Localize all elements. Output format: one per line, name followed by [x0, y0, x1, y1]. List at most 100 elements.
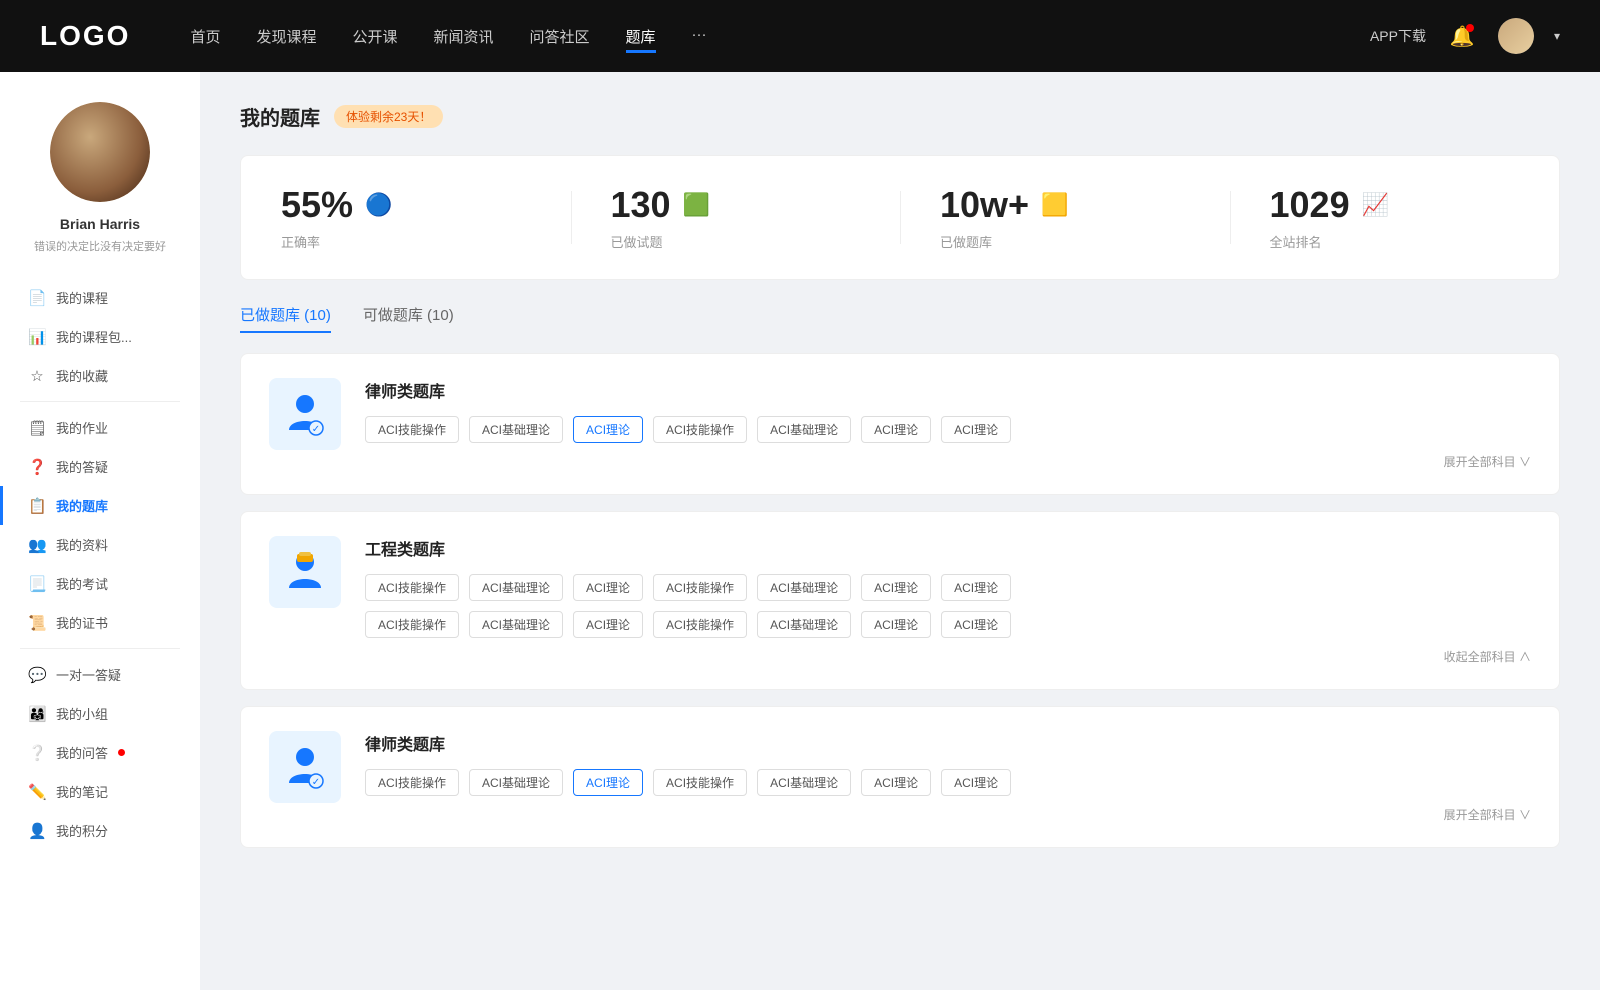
- page-title-row: 我的题库 体验剩余23天！: [240, 102, 1560, 131]
- tag-3-3[interactable]: ACI理论: [573, 769, 643, 796]
- page-title: 我的题库: [240, 102, 320, 131]
- sidebar-item-notes[interactable]: ✏️ 我的笔记: [0, 772, 200, 811]
- sidebar-item-exam[interactable]: 📃 我的考试: [0, 564, 200, 603]
- nav-links: 首页 发现课程 公开课 新闻资讯 问答社区 题库 ···: [190, 26, 1370, 47]
- tag-2-10[interactable]: ACI理论: [573, 611, 643, 638]
- tag-2-4[interactable]: ACI技能操作: [653, 574, 747, 601]
- qbank-expand-3[interactable]: 展开全部科目 ∨: [365, 806, 1531, 823]
- sidebar-item-my-course[interactable]: 📄 我的课程: [0, 278, 200, 317]
- sidebar-item-certificate[interactable]: 📜 我的证书: [0, 603, 200, 642]
- star-icon: ☆: [28, 367, 46, 385]
- tag-2-6[interactable]: ACI理论: [861, 574, 931, 601]
- tag-1-6[interactable]: ACI理论: [861, 416, 931, 443]
- tag-2-1[interactable]: ACI技能操作: [365, 574, 459, 601]
- sidebar-avatar-image: [50, 102, 150, 202]
- sidebar-item-homework[interactable]: 🗒 我的作业: [0, 408, 200, 447]
- sidebar-motto: 错误的决定比没有决定要好: [18, 238, 182, 254]
- sidebar-item-qbank[interactable]: 📋 我的题库: [0, 486, 200, 525]
- page-body: Brian Harris 错误的决定比没有决定要好 📄 我的课程 📊 我的课程包…: [0, 72, 1600, 990]
- sidebar-item-1on1[interactable]: 💬 一对一答疑: [0, 655, 200, 694]
- tag-2-5[interactable]: ACI基础理论: [757, 574, 851, 601]
- stat-rank-label: 全站排名: [1270, 232, 1322, 251]
- sidebar-menu: 📄 我的课程 📊 我的课程包... ☆ 我的收藏 🗒 我的作业 ❓ 我的答疑 �: [0, 278, 200, 850]
- qbank-expand-1[interactable]: 展开全部科目 ∨: [365, 453, 1531, 470]
- user-dropdown-icon[interactable]: ▾: [1554, 29, 1560, 43]
- tag-2-2[interactable]: ACI基础理论: [469, 574, 563, 601]
- divider-2: [20, 648, 180, 649]
- nav-more[interactable]: ···: [692, 26, 707, 47]
- stat-accuracy-value: 55%: [281, 184, 353, 226]
- logo[interactable]: LOGO: [40, 20, 130, 52]
- tag-1-1[interactable]: ACI技能操作: [365, 416, 459, 443]
- group-icon: 👨‍👩‍👧: [28, 705, 46, 723]
- notification-dot: [1466, 24, 1474, 32]
- tag-2-12[interactable]: ACI基础理论: [757, 611, 851, 638]
- tag-2-8[interactable]: ACI技能操作: [365, 611, 459, 638]
- engineer-icon-svg: [281, 548, 329, 596]
- qbank-card-3: ✓ 律师类题库 ACI技能操作 ACI基础理论 ACI理论 ACI技能操作 AC…: [240, 706, 1560, 848]
- qbank-title-2: 工程类题库: [365, 536, 1531, 560]
- tab-available-banks[interactable]: 可做题库 (10): [363, 304, 454, 333]
- qbank-title-3: 律师类题库: [365, 731, 1531, 755]
- lawyer-icon-svg-3: ✓: [281, 743, 329, 791]
- sidebar-item-favorites[interactable]: ☆ 我的收藏: [0, 356, 200, 395]
- tag-3-2[interactable]: ACI基础理论: [469, 769, 563, 796]
- cert-icon: 📜: [28, 614, 46, 632]
- stats-row: 55% 🔵 正确率 130 🟩 已做试题 10w+ 🟨 已做题库: [240, 155, 1560, 280]
- nav-qbank[interactable]: 题库: [626, 26, 656, 47]
- tag-2-13[interactable]: ACI理论: [861, 611, 931, 638]
- tag-1-7[interactable]: ACI理论: [941, 416, 1011, 443]
- divider-1: [20, 401, 180, 402]
- sidebar-item-materials[interactable]: 👥 我的资料: [0, 525, 200, 564]
- tag-3-5[interactable]: ACI基础理论: [757, 769, 851, 796]
- tab-done-banks[interactable]: 已做题库 (10): [240, 304, 331, 333]
- sidebar-item-my-qa[interactable]: ❔ 我的问答: [0, 733, 200, 772]
- qbank-collapse-2[interactable]: 收起全部科目 ∧: [365, 648, 1531, 665]
- sidebar: Brian Harris 错误的决定比没有决定要好 📄 我的课程 📊 我的课程包…: [0, 72, 200, 990]
- tag-2-3[interactable]: ACI理论: [573, 574, 643, 601]
- nav-open-course[interactable]: 公开课: [352, 26, 397, 47]
- tag-3-7[interactable]: ACI理论: [941, 769, 1011, 796]
- stat-banks-label: 已做题库: [940, 232, 992, 251]
- lawyer-icon-svg: ✓: [281, 390, 329, 438]
- trial-badge: 体验剩余23天！: [334, 105, 443, 128]
- tag-1-3[interactable]: ACI理论: [573, 416, 643, 443]
- stat-accuracy-label: 正确率: [281, 232, 320, 251]
- svg-text:✓: ✓: [312, 424, 320, 435]
- main-content: 我的题库 体验剩余23天！ 55% 🔵 正确率 130 🟩 已做试题: [200, 72, 1600, 990]
- sidebar-item-group[interactable]: 👨‍👩‍👧 我的小组: [0, 694, 200, 733]
- tag-2-7[interactable]: ACI理论: [941, 574, 1011, 601]
- tag-3-4[interactable]: ACI技能操作: [653, 769, 747, 796]
- qbank-title-1: 律师类题库: [365, 378, 1531, 402]
- qa-icon: ❓: [28, 458, 46, 476]
- avatar[interactable]: [1498, 18, 1534, 54]
- stat-banks-value: 10w+: [940, 184, 1029, 226]
- qbank-icon-lawyer-1: ✓: [269, 378, 341, 450]
- nav-news[interactable]: 新闻资讯: [434, 26, 494, 47]
- tag-2-9[interactable]: ACI基础理论: [469, 611, 563, 638]
- sidebar-item-points[interactable]: 👤 我的积分: [0, 811, 200, 850]
- tag-3-6[interactable]: ACI理论: [861, 769, 931, 796]
- notification-bell[interactable]: 🔔: [1446, 20, 1478, 52]
- app-download-button[interactable]: APP下载: [1370, 26, 1426, 46]
- tag-1-5[interactable]: ACI基础理论: [757, 416, 851, 443]
- tag-2-14[interactable]: ACI理论: [941, 611, 1011, 638]
- sidebar-avatar: [50, 102, 150, 202]
- tabs-row: 已做题库 (10) 可做题库 (10): [240, 304, 1560, 333]
- nav-discover[interactable]: 发现课程: [256, 26, 316, 47]
- sidebar-item-qa[interactable]: ❓ 我的答疑: [0, 447, 200, 486]
- nav-qa[interactable]: 问答社区: [530, 26, 590, 47]
- sidebar-item-course-package[interactable]: 📊 我的课程包...: [0, 317, 200, 356]
- stat-banks-icon: 🟨: [1041, 192, 1068, 218]
- tag-1-4[interactable]: ACI技能操作: [653, 416, 747, 443]
- qbank-tags-row2-2: ACI技能操作 ACI基础理论 ACI理论 ACI技能操作 ACI基础理论 AC…: [365, 611, 1531, 638]
- qbank-content-3: 律师类题库 ACI技能操作 ACI基础理论 ACI理论 ACI技能操作 ACI基…: [365, 731, 1531, 823]
- navbar-right: APP下载 🔔 ▾: [1370, 18, 1560, 54]
- tag-3-1[interactable]: ACI技能操作: [365, 769, 459, 796]
- homework-icon: 🗒: [28, 419, 46, 437]
- nav-home[interactable]: 首页: [190, 26, 220, 47]
- qbank-tags-row1-2: ACI技能操作 ACI基础理论 ACI理论 ACI技能操作 ACI基础理论 AC…: [365, 574, 1531, 601]
- tag-1-2[interactable]: ACI基础理论: [469, 416, 563, 443]
- tag-2-11[interactable]: ACI技能操作: [653, 611, 747, 638]
- navbar: LOGO 首页 发现课程 公开课 新闻资讯 问答社区 题库 ··· APP下载 …: [0, 0, 1600, 72]
